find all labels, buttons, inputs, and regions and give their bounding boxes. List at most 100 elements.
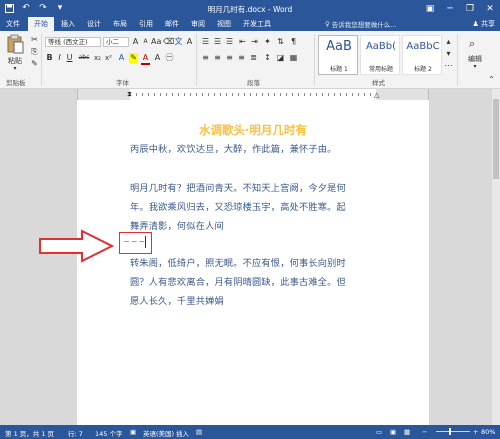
document-title: 水调歌头·明月几时有 bbox=[199, 123, 307, 137]
zoom-slider-knob[interactable] bbox=[449, 428, 451, 435]
style-sample: AaBb( bbox=[365, 41, 397, 52]
share-button[interactable]: ♟ 共享 bbox=[472, 19, 495, 29]
distributed-icon[interactable]: ≣ bbox=[249, 53, 258, 63]
phonetic-guide-icon[interactable]: 文 bbox=[174, 37, 183, 47]
right-indent-marker-icon[interactable]: △ bbox=[374, 91, 379, 100]
vertical-scrollbar[interactable] bbox=[492, 89, 500, 425]
collapse-ribbon-icon[interactable]: ⌃ bbox=[487, 75, 496, 85]
increase-indent-icon[interactable]: ⇥ bbox=[250, 37, 259, 47]
scrollbar-thumb[interactable] bbox=[493, 99, 499, 179]
preface-line: 丙辰中秋，欢饮达旦，大醉，作此篇，兼怀子由。 bbox=[130, 144, 337, 155]
zoom-out-icon[interactable]: − bbox=[422, 428, 427, 436]
ribbon-display-icon[interactable]: ▣ bbox=[420, 0, 440, 17]
status-bar: 第 1 页，共 1 页 行: 7 145 个字 ▣ 英语(美国) 插入 ▤ ▭ … bbox=[0, 425, 500, 439]
tab-file[interactable]: 文件 bbox=[0, 17, 26, 31]
word-count[interactable]: 145 个字 bbox=[95, 428, 122, 438]
editing-button[interactable]: ⌕ 编辑 ▾ bbox=[462, 37, 488, 73]
change-case-icon[interactable]: Aa bbox=[151, 37, 161, 47]
minimize-button[interactable]: ─ bbox=[440, 0, 460, 17]
underline-button[interactable]: U bbox=[65, 53, 74, 63]
macro-icon[interactable]: ▤ bbox=[196, 428, 202, 436]
tab-references[interactable]: 引用 bbox=[134, 17, 158, 31]
styles-more-icon[interactable]: ⋯ bbox=[444, 61, 453, 71]
enclose-char-icon[interactable]: ㊀ bbox=[165, 53, 174, 63]
vertical-ruler[interactable] bbox=[0, 100, 11, 425]
zoom-slider[interactable] bbox=[436, 431, 470, 432]
clear-format-icon[interactable]: ⌫ bbox=[163, 37, 174, 47]
tab-home[interactable]: 开始 bbox=[28, 17, 54, 31]
sort-icon[interactable]: ⇅ bbox=[276, 37, 285, 47]
styles-scroll-down-icon[interactable]: ▾ bbox=[444, 49, 453, 59]
bold-button[interactable]: B bbox=[45, 53, 54, 63]
shrink-font-icon[interactable]: A bbox=[141, 37, 150, 47]
document-page[interactable]: 水调歌头·明月几时有 丙辰中秋，欢饮达旦，大醉，作此篇，兼怀子由。 明月几时有？… bbox=[77, 100, 429, 425]
tab-developer[interactable]: 开发工具 bbox=[238, 17, 276, 31]
stanza2-line-2: 圆？人有悲欢离合，月有阴晴圆缺，此事古难全。但 bbox=[130, 277, 346, 288]
tab-layout[interactable]: 布局 bbox=[108, 17, 132, 31]
decrease-indent-icon[interactable]: ⇤ bbox=[238, 37, 247, 47]
multilevel-list-icon[interactable]: ☰ bbox=[225, 37, 234, 47]
text-effects-button[interactable]: A bbox=[117, 53, 126, 63]
proofing-icon[interactable]: ▣ bbox=[130, 428, 136, 436]
zoom-in-icon[interactable]: + bbox=[473, 428, 478, 436]
font-color-button[interactable]: A bbox=[141, 53, 150, 65]
stanza2-line-3: 愿人长久，千里共婵娟 bbox=[130, 296, 224, 307]
style-common-title[interactable]: AaBb( 常用标题 bbox=[360, 35, 400, 75]
italic-button[interactable]: I bbox=[55, 53, 64, 63]
line-spacing-icon[interactable]: ↕ bbox=[263, 53, 272, 63]
page-count[interactable]: 第 1 页，共 1 页 bbox=[5, 428, 54, 438]
superscript-button[interactable]: x² bbox=[104, 53, 113, 63]
grow-font-icon[interactable]: A bbox=[131, 37, 140, 47]
tab-mailings[interactable]: 邮件 bbox=[160, 17, 184, 31]
align-right-icon[interactable]: ≡ bbox=[225, 53, 234, 63]
restore-button[interactable]: ❐ bbox=[460, 0, 480, 17]
copy-icon[interactable]: ⎘ bbox=[30, 47, 39, 57]
bullets-icon[interactable]: ☰ bbox=[201, 37, 210, 47]
char-shading-icon[interactable]: A bbox=[153, 53, 162, 63]
stanza2-line-1: 转朱阁，低绮户，照无眠。不应有恨，何事长向别时 bbox=[130, 258, 346, 269]
justify-icon[interactable]: ≡ bbox=[237, 53, 246, 63]
show-marks-icon[interactable]: ¶ bbox=[289, 37, 298, 47]
cut-icon[interactable]: ✂ bbox=[30, 35, 39, 45]
paste-button[interactable]: 粘贴 ▾ bbox=[4, 34, 26, 72]
find-icon: ⌕ bbox=[469, 37, 476, 50]
tell-me-box[interactable]: ♀ 告诉我您想要做什么... bbox=[325, 19, 396, 29]
strikethrough-button[interactable]: abc bbox=[77, 53, 91, 63]
char-border-icon[interactable]: A bbox=[185, 37, 194, 47]
borders-icon[interactable]: ▦ bbox=[289, 53, 298, 63]
zoom-level[interactable]: 80% bbox=[481, 428, 495, 436]
format-painter-icon[interactable]: ✎ bbox=[30, 59, 39, 69]
chinese-layout-icon[interactable]: ✦ bbox=[263, 37, 272, 47]
tell-me-text: 告诉我您想要做什么... bbox=[331, 21, 397, 29]
styles-scroll-up-icon[interactable]: ▴ bbox=[444, 37, 453, 47]
tab-view[interactable]: 视图 bbox=[212, 17, 236, 31]
language[interactable]: 英语(美国) bbox=[143, 428, 174, 438]
subscript-button[interactable]: x₂ bbox=[93, 53, 102, 63]
tab-review[interactable]: 审阅 bbox=[186, 17, 210, 31]
numbering-icon[interactable]: ☰ bbox=[213, 37, 222, 47]
web-layout-icon[interactable]: ▦ bbox=[404, 428, 410, 436]
text-cursor bbox=[145, 236, 146, 248]
indent-marker-icon[interactable]: ⧗ bbox=[127, 89, 132, 100]
print-layout-icon[interactable]: ▣ bbox=[390, 428, 396, 436]
tab-insert[interactable]: 插入 bbox=[56, 17, 80, 31]
read-mode-icon[interactable]: ▭ bbox=[376, 428, 382, 436]
stanza1-line-3: 舞弄清影，何似在人间 bbox=[130, 221, 224, 232]
inserted-dash-mark: −−− bbox=[123, 237, 147, 246]
highlight-icon[interactable]: ✎ bbox=[129, 53, 138, 63]
style-heading1[interactable]: AaB 标题 1 bbox=[318, 35, 358, 75]
horizontal-ruler[interactable]: ⧗ △ bbox=[77, 89, 429, 100]
align-center-icon[interactable]: ≡ bbox=[213, 53, 222, 63]
share-icon: ♟ bbox=[472, 20, 479, 28]
style-heading2[interactable]: AaBbC 标题 2 bbox=[402, 35, 442, 75]
group-divider bbox=[314, 34, 315, 86]
align-left-icon[interactable]: ≡ bbox=[201, 53, 210, 63]
tab-design[interactable]: 设计 bbox=[82, 17, 106, 31]
font-name-combo[interactable]: 等线 (西文正) bbox=[45, 37, 101, 47]
close-button[interactable]: ✕ bbox=[480, 0, 500, 17]
stanza1-line-1: 明月几时有？把酒问青天。不知天上宫阙，今夕是何 bbox=[130, 183, 346, 194]
shading-icon[interactable]: ◪ bbox=[276, 53, 285, 63]
font-size-combo[interactable]: 小二 bbox=[103, 37, 129, 47]
insert-mode[interactable]: 插入 bbox=[176, 428, 189, 438]
title-bar: ↶ ↷ ▾ 明月几时有.docx - Word ▣ ─ ❐ ✕ bbox=[0, 0, 500, 17]
